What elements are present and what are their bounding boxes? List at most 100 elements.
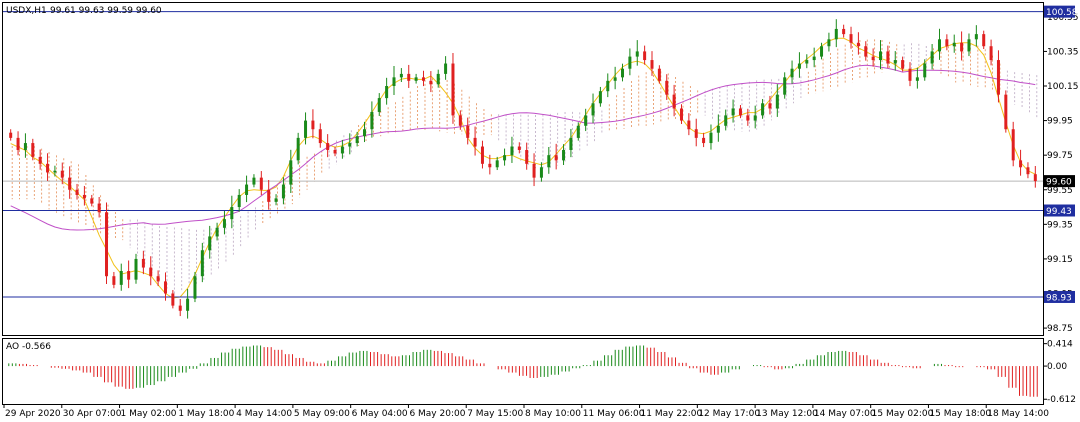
candle-body <box>731 108 735 116</box>
price-tick-label: 99.95 <box>1047 117 1073 127</box>
candle-body <box>274 198 278 202</box>
time-tick-label: 1 May 18:00 <box>178 409 234 419</box>
candle-body <box>326 143 330 150</box>
candle-body <box>200 250 204 277</box>
candle-body <box>724 115 728 126</box>
ao-tick-label: 0.414 <box>1047 340 1073 350</box>
price-tick-label: 99.15 <box>1047 255 1073 265</box>
candle-body <box>222 219 226 228</box>
price-tick-label: 99.35 <box>1047 220 1073 230</box>
candle-body <box>812 56 816 61</box>
candle-body <box>576 125 580 138</box>
time-tick-label: 8 May 10:00 <box>525 409 581 419</box>
candle-body <box>163 281 167 294</box>
candle-body <box>525 149 529 164</box>
candle-body <box>333 149 337 154</box>
candle-body <box>444 63 448 74</box>
candle-body <box>657 68 661 81</box>
candle-body <box>149 267 153 277</box>
candle-body <box>407 73 411 81</box>
candle-body <box>495 160 499 168</box>
candle-body <box>1033 174 1037 182</box>
candle-body <box>82 194 86 199</box>
price-tick-label: 100.15 <box>1047 82 1079 92</box>
ao-tick-label: -0.612 <box>1047 395 1076 405</box>
price-tick-label: 99.75 <box>1047 151 1073 161</box>
candle-body <box>687 120 691 130</box>
candle-body <box>289 160 293 185</box>
candle-body <box>318 129 322 144</box>
candle-body <box>156 276 160 282</box>
candle-body <box>68 177 72 190</box>
candle-body <box>421 77 425 81</box>
candle-body <box>436 73 440 85</box>
candle-body <box>458 115 462 126</box>
time-tick-label: 18 May 14:00 <box>987 409 1049 419</box>
candle-body <box>134 258 138 280</box>
candle-body <box>16 137 20 150</box>
candle-body <box>679 108 683 121</box>
candle-body <box>761 103 765 116</box>
candle-body <box>75 189 79 195</box>
candle-body <box>451 63 455 116</box>
candle-body <box>702 137 706 144</box>
candle-body <box>790 68 794 78</box>
time-tick-label: 14 May 07:00 <box>814 409 876 419</box>
candle-body <box>915 77 919 81</box>
candle-body <box>893 60 897 64</box>
candle-body <box>414 77 418 81</box>
candle-body <box>510 146 514 156</box>
time-tick-label: 1 May 02:00 <box>121 409 177 419</box>
candle-body <box>141 258 145 268</box>
candle-body <box>429 80 433 85</box>
candle-body <box>53 170 57 173</box>
candle-body <box>517 146 521 150</box>
time-tick-label: 6 May 20:00 <box>409 409 465 419</box>
candle-body <box>392 77 396 86</box>
candle-body <box>296 137 300 161</box>
candle-body <box>842 28 846 35</box>
candle-body <box>908 68 912 81</box>
level-badge-label: 98.93 <box>1046 293 1072 303</box>
candle-body <box>820 46 824 57</box>
candle-body <box>849 34 853 43</box>
candle-body <box>1026 167 1030 175</box>
candle-body <box>783 77 787 95</box>
candle-body <box>60 170 64 178</box>
ao-histogram <box>8 345 1038 397</box>
candle-body <box>355 136 359 144</box>
candle-body <box>665 80 669 95</box>
ichimoku-cloud <box>11 39 1038 294</box>
candle-body <box>879 51 883 61</box>
symbol-label: USDX,H1 <box>6 6 47 16</box>
ma-slow-line <box>10 64 1036 231</box>
time-tick-label: 29 Apr 2020 <box>5 409 61 419</box>
candle-body <box>480 146 484 164</box>
candle-body <box>945 39 949 47</box>
candle-body <box>1011 129 1015 161</box>
chart-root: 100.55 100.35 100.15 99.95 99.75 99.55 99.35 99… <box>0 0 1080 422</box>
candle-body <box>746 115 750 121</box>
candle-body <box>31 143 35 157</box>
candle-body <box>982 34 986 47</box>
time-tick-label: 4 May 14:00 <box>236 409 292 419</box>
candle-body <box>186 298 190 311</box>
candle-body <box>267 189 271 202</box>
candle-body <box>90 198 94 204</box>
candle-body <box>716 125 720 133</box>
ao-axis: 0.414 0.00 -0.612 <box>1043 340 1076 405</box>
candle-body <box>311 120 315 130</box>
candle-body <box>473 137 477 147</box>
candle-body <box>127 271 131 280</box>
candle-body <box>901 60 905 69</box>
candle-body <box>245 184 249 195</box>
time-tick-label: 5 May 09:00 <box>294 409 350 419</box>
candle-body <box>591 103 595 116</box>
current-price-label: 99.60 <box>1046 178 1072 188</box>
candle-body <box>503 155 507 161</box>
candle-body <box>547 155 551 168</box>
candle-body <box>488 163 492 168</box>
candle-body <box>775 94 779 109</box>
time-tick-label: 6 May 04:00 <box>352 409 408 419</box>
candle-body <box>834 28 838 40</box>
